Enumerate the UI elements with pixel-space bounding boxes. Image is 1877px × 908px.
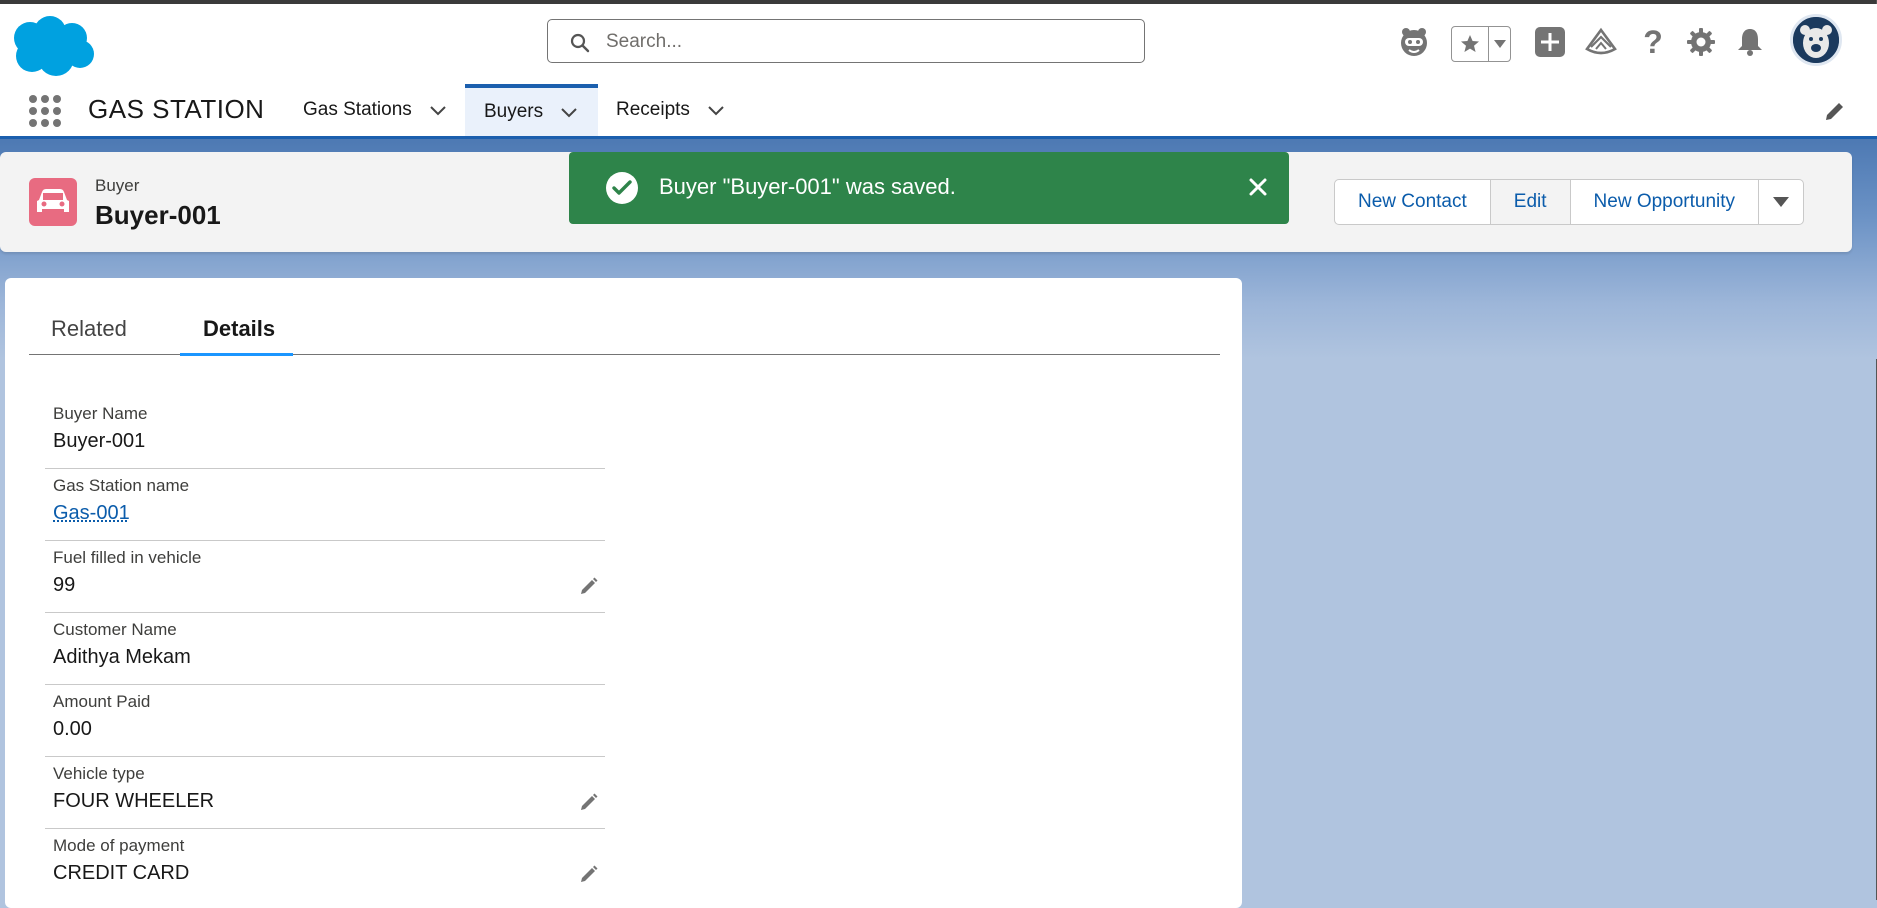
field-value: Buyer-001 <box>53 430 146 452</box>
field-fuel-filled: Fuel filled in vehicle 99 <box>45 540 605 613</box>
active-tab-indicator <box>180 353 293 356</box>
notifications-bell-icon[interactable] <box>1732 24 1768 60</box>
success-check-icon <box>606 172 638 204</box>
field-gas-station-name: Gas Station name Gas-001 <box>45 468 605 541</box>
field-value: CREDIT CARD <box>53 862 190 884</box>
nav-tab-label: Gas Stations <box>303 99 412 120</box>
field-label: Fuel filled in vehicle <box>53 548 202 567</box>
astro-icon[interactable] <box>1396 24 1432 60</box>
chevron-down-icon[interactable] <box>428 100 448 120</box>
nav-tab-label: Buyers <box>484 101 544 122</box>
detail-tabset: Related Details <box>29 308 1220 355</box>
favorites-button-group <box>1451 26 1511 62</box>
chevron-down-icon[interactable] <box>706 100 726 120</box>
nav-tab-gas-stations[interactable]: Gas Stations <box>303 84 448 136</box>
edit-nav-pencil-icon[interactable] <box>1823 99 1847 123</box>
record-actions-group: New Contact Edit New Opportunity <box>1334 179 1805 225</box>
chevron-down-icon[interactable] <box>559 102 579 122</box>
favorites-dropdown-icon[interactable] <box>1489 27 1510 61</box>
nav-tab-label: Receipts <box>616 99 690 120</box>
salesforce-cloud-logo[interactable] <box>8 14 98 78</box>
field-value: Adithya Mekam <box>53 646 191 668</box>
help-icon[interactable]: ? <box>1635 24 1671 60</box>
inline-edit-pencil-icon[interactable] <box>579 864 599 884</box>
nav-tab-buyers[interactable]: Buyers <box>465 84 598 136</box>
tab-details[interactable]: Details <box>203 316 275 342</box>
inline-edit-pencil-icon[interactable] <box>579 576 599 596</box>
setup-gear-icon[interactable] <box>1683 24 1719 60</box>
field-value: FOUR WHEELER <box>53 790 215 812</box>
field-mode-of-payment: Mode of payment CREDIT CARD <box>45 828 605 900</box>
search-input[interactable] <box>604 28 1128 56</box>
field-label: Mode of payment <box>53 836 185 855</box>
search-icon <box>570 33 590 53</box>
car-icon <box>29 178 77 226</box>
field-customer-name: Customer Name Adithya Mekam <box>45 612 605 685</box>
nav-tab-receipts[interactable]: Receipts <box>616 84 726 136</box>
global-header: ? <box>0 4 1877 84</box>
app-navigation-bar: GAS STATION Gas Stations Buyers Receipts <box>0 84 1877 139</box>
app-name: GAS STATION <box>88 94 265 124</box>
field-label: Buyer Name <box>53 404 148 423</box>
field-label: Amount Paid <box>53 692 151 711</box>
close-icon[interactable] <box>1247 176 1269 198</box>
new-opportunity-button[interactable]: New Opportunity <box>1571 180 1760 224</box>
favorite-star-icon[interactable] <box>1452 27 1489 61</box>
field-value: 0.00 <box>53 718 92 740</box>
field-value: 99 <box>53 574 76 596</box>
tab-related[interactable]: Related <box>51 316 127 342</box>
field-label: Customer Name <box>53 620 177 639</box>
field-label: Vehicle type <box>53 764 145 783</box>
record-detail-card: Related Details Buyer Name Buyer-001 Gas… <box>5 278 1242 908</box>
more-actions-dropdown[interactable] <box>1759 180 1803 224</box>
chevron-down-icon <box>1773 197 1790 207</box>
new-contact-button[interactable]: New Contact <box>1335 180 1491 224</box>
global-search[interactable] <box>547 19 1145 63</box>
trailhead-icon[interactable] <box>1583 24 1619 60</box>
inline-edit-pencil-icon[interactable] <box>579 792 599 812</box>
field-label: Gas Station name <box>53 476 190 495</box>
field-amount-paid: Amount Paid 0.00 <box>45 684 605 757</box>
toast-message: Buyer "Buyer-001" was saved. <box>659 174 956 199</box>
record-title: Buyer-001 <box>95 200 221 230</box>
edit-button[interactable]: Edit <box>1490 180 1571 224</box>
success-toast: Buyer "Buyer-001" was saved. <box>569 152 1289 224</box>
global-actions-plus-icon[interactable] <box>1532 24 1568 60</box>
field-buyer-name: Buyer Name Buyer-001 <box>45 396 605 469</box>
record-type-label: Buyer <box>95 176 140 195</box>
app-launcher-icon[interactable] <box>28 94 62 128</box>
user-avatar[interactable] <box>1790 14 1842 66</box>
field-vehicle-type: Vehicle type FOUR WHEELER <box>45 756 605 829</box>
gas-station-link[interactable]: Gas-001 <box>53 502 130 525</box>
